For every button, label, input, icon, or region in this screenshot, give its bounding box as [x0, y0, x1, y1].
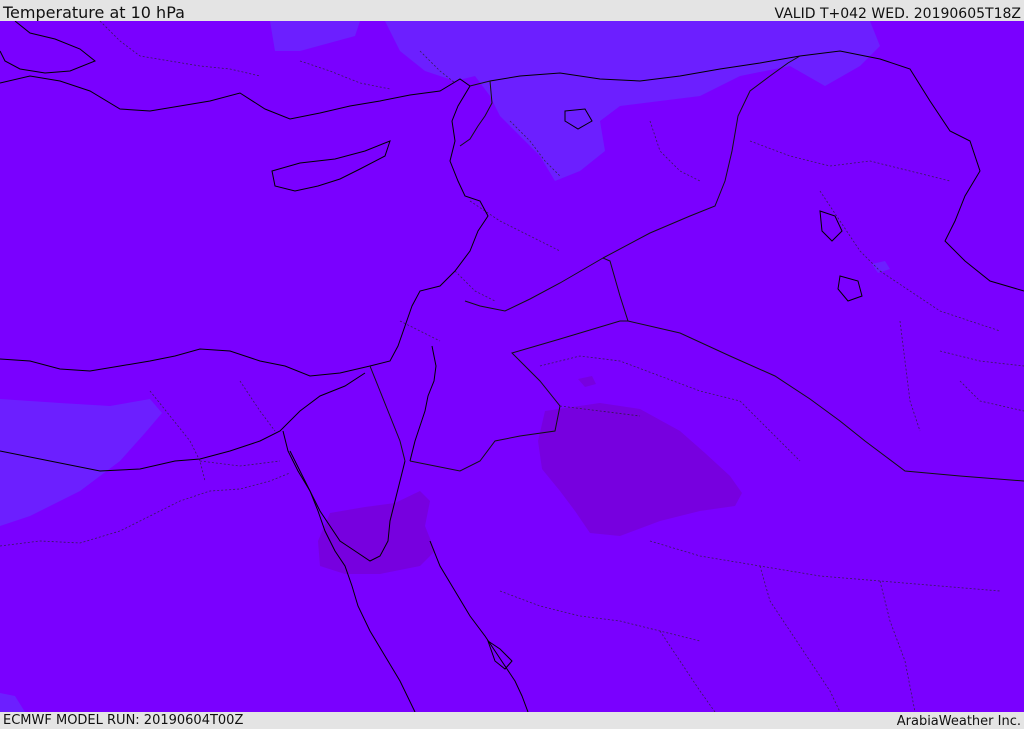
footer-bar: ECMWF MODEL RUN: 20190604T00Z ArabiaWeat…	[0, 712, 1024, 729]
valid-time-label: VALID T+042 WED. 20190605T18Z	[774, 6, 1021, 22]
map-canvas[interactable]	[0, 21, 1024, 712]
header-bar: Temperature at 10 hPa VALID T+042 WED. 2…	[0, 0, 1024, 22]
map-svg	[0, 21, 1024, 712]
model-run-label: ECMWF MODEL RUN: 20190604T00Z	[3, 713, 244, 728]
map-figure: Temperature at 10 hPa VALID T+042 WED. 2…	[0, 0, 1024, 729]
credit-label: ArabiaWeather Inc.	[896, 714, 1021, 729]
map-title: Temperature at 10 hPa	[3, 3, 185, 22]
